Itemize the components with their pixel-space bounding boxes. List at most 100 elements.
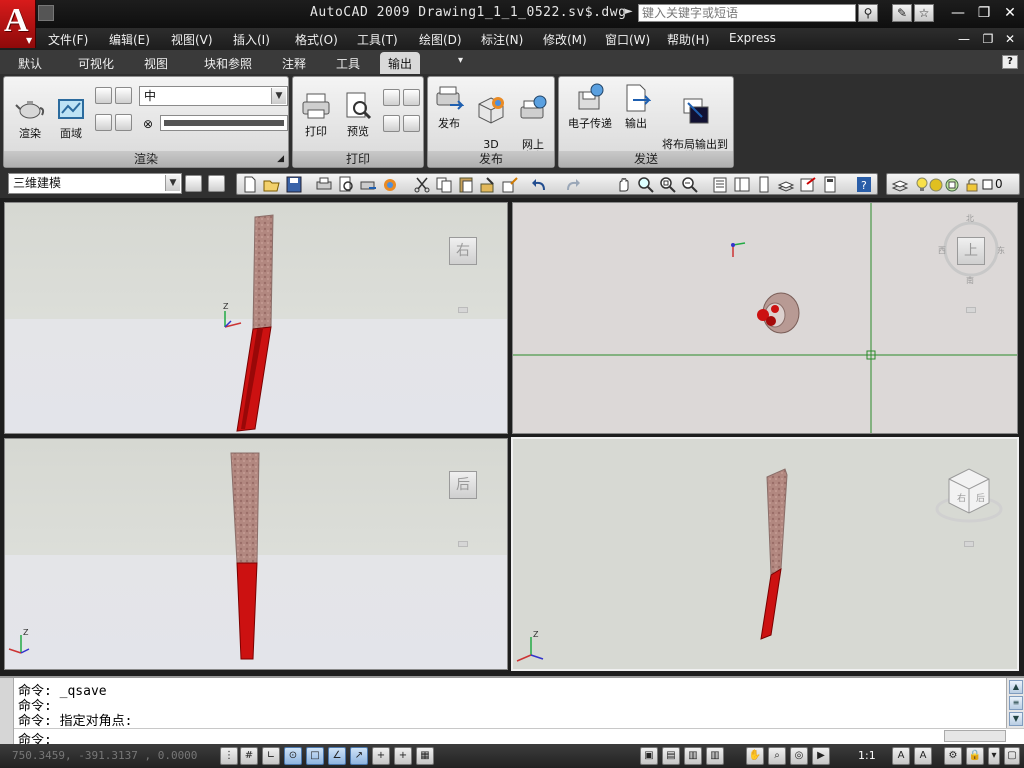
scroll-thumb[interactable]: ≡ <box>1009 696 1023 710</box>
design-center-icon[interactable] <box>733 176 751 193</box>
publish-small-icon[interactable] <box>359 176 377 193</box>
paste-icon[interactable] <box>457 176 475 193</box>
environment-icon[interactable] <box>95 114 112 131</box>
render-quality-select[interactable]: 中 ▼ <box>139 86 288 106</box>
doc-minimize-icon[interactable]: — <box>954 30 974 48</box>
favorites-star-icon[interactable]: ☆ <box>914 4 934 22</box>
viewcube-iso-right-face[interactable]: 右 <box>957 491 966 504</box>
pan-icon[interactable] <box>615 176 633 193</box>
doc-restore-icon[interactable]: ❐ <box>978 30 998 48</box>
annotation-visibility-icon[interactable]: A <box>892 747 910 765</box>
model-space-icon[interactable]: ▣ <box>640 747 658 765</box>
tab-annotate[interactable]: 注释 <box>274 54 314 73</box>
menu-file[interactable]: 文件(F) <box>48 31 88 48</box>
workspace-select[interactable]: 三维建模 ▼ <box>8 173 182 194</box>
clean-screen-icon[interactable]: ▢ <box>1004 747 1020 765</box>
communication-center-icon[interactable]: ✎ <box>892 4 912 22</box>
status-menu-chevron-icon[interactable]: ▾ <box>988 747 1000 765</box>
plot-style-icon[interactable] <box>403 115 420 132</box>
viewcube-right[interactable]: 右 <box>449 237 477 265</box>
minimize-icon[interactable]: — <box>948 4 968 22</box>
layout1-icon[interactable]: ▤ <box>662 747 680 765</box>
layer-viewport-freeze-icon[interactable] <box>943 176 959 193</box>
viewcube-back[interactable]: 后 <box>449 471 477 499</box>
menu-view[interactable]: 视图(V) <box>171 31 213 48</box>
sheet-set-icon[interactable] <box>777 176 795 193</box>
command-input[interactable]: 命令: <box>14 728 1024 748</box>
plot-icon[interactable] <box>315 176 333 193</box>
autocad-logo-icon[interactable]: A ▼ <box>0 0 36 48</box>
lineweight-icon[interactable]: + <box>394 747 412 765</box>
dynamic-ucs-icon[interactable]: ↗ <box>350 747 368 765</box>
layer-lock-icon[interactable] <box>963 176 978 193</box>
ortho-mode-icon[interactable]: ∟ <box>262 747 280 765</box>
showmotion-icon[interactable]: ▶ <box>812 747 830 765</box>
ribbon-minimize-icon[interactable]: ▾ <box>450 54 471 67</box>
workspace-chevron-down-icon[interactable]: ▼ <box>165 175 180 191</box>
restore-icon[interactable]: ❐ <box>974 4 994 22</box>
chevron-down-icon[interactable]: ▼ <box>271 88 286 104</box>
pan-status-icon[interactable]: ✋ <box>746 747 764 765</box>
viewport-top-left[interactable]: Z 右 <box>4 202 508 434</box>
tab-view[interactable]: 视图 <box>136 54 176 73</box>
help-icon[interactable]: ? <box>1002 55 1018 69</box>
polar-tracking-icon[interactable]: ⊙ <box>284 747 302 765</box>
help-small-icon[interactable]: ? <box>855 176 873 193</box>
command-hscrollbar[interactable] <box>944 730 1006 742</box>
layer-manager-icon[interactable] <box>891 176 909 193</box>
menu-edit[interactable]: 编辑(E) <box>109 31 150 48</box>
dynamic-input-icon[interactable]: + <box>372 747 390 765</box>
cut-icon[interactable] <box>413 176 431 193</box>
menu-help[interactable]: 帮助(H) <box>667 31 709 48</box>
current-layer-value[interactable]: 0 <box>995 177 1003 191</box>
auto-scale-icon[interactable]: A <box>914 747 932 765</box>
close-icon[interactable]: ✕ <box>1000 4 1020 22</box>
zoom-window-icon[interactable] <box>659 176 677 193</box>
render-window-icon[interactable] <box>115 114 132 131</box>
scroll-up-icon[interactable]: ▲ <box>1009 680 1023 694</box>
save-icon[interactable] <box>285 176 303 193</box>
cancel-render-icon[interactable]: ⊗ <box>143 117 153 131</box>
viewcube-iso-back-face[interactable]: 后 <box>976 491 985 504</box>
zoom-previous-icon[interactable] <box>681 176 699 193</box>
copy-icon[interactable] <box>435 176 453 193</box>
menu-window[interactable]: 窗口(W) <box>605 31 650 48</box>
grid-display-icon[interactable]: # <box>240 747 258 765</box>
zoom-status-icon[interactable]: ⌕ <box>768 747 786 765</box>
menu-draw[interactable]: 绘图(D) <box>419 31 462 48</box>
menu-modify[interactable]: 修改(M) <box>543 31 587 48</box>
tool-palettes-icon[interactable] <box>755 176 773 193</box>
viewcube-menu-icon[interactable] <box>458 307 468 313</box>
etransmit-button[interactable]: 电子传递 <box>563 83 617 131</box>
layout-icon[interactable]: ▥ <box>706 747 724 765</box>
tab-visualize[interactable]: 可视化 <box>70 54 122 73</box>
3d-dwf-small-icon[interactable] <box>381 176 399 193</box>
region-button[interactable]: 面域 <box>54 93 88 141</box>
scroll-down-icon[interactable]: ▼ <box>1009 712 1023 726</box>
layer-color-swatch-icon[interactable] <box>979 176 993 193</box>
object-snap-tracking-icon[interactable]: ∠ <box>328 747 346 765</box>
quick-properties-icon[interactable]: ▦ <box>416 747 434 765</box>
new-file-icon[interactable] <box>241 176 259 193</box>
tab-output[interactable]: 输出 <box>380 52 421 74</box>
viewport-top-right[interactable]: 北 南 西 东 上 <box>512 202 1018 434</box>
page-setup-icon[interactable] <box>383 89 400 106</box>
snap-mode-icon[interactable]: ⋮ <box>220 747 238 765</box>
batch-plot-icon[interactable] <box>383 115 400 132</box>
plot-button[interactable]: 打印 <box>297 91 335 139</box>
viewcube-top[interactable]: 上 <box>957 237 985 265</box>
viewport-bottom-right-active[interactable]: Z 右 后 <box>511 437 1019 671</box>
tab-default[interactable]: 默认 <box>10 54 50 73</box>
properties-icon[interactable] <box>711 176 729 193</box>
steering-wheel-icon[interactable]: ◎ <box>790 747 808 765</box>
workspace-lock-icon[interactable] <box>208 175 225 192</box>
tab-blocks-references[interactable]: 块和参照 <box>196 54 260 73</box>
layout2-icon[interactable]: ▥ <box>684 747 702 765</box>
viewcube-menu-icon[interactable] <box>966 307 976 313</box>
workspace-switch-icon[interactable]: ⚙ <box>944 747 962 765</box>
layer-on-bulb-icon[interactable] <box>913 176 928 193</box>
search-input[interactable]: 键入关键字或短语 <box>638 4 856 22</box>
match-properties-icon[interactable] <box>479 176 497 193</box>
lock-icon[interactable]: 🔒 <box>966 747 984 765</box>
viewcube-menu-icon[interactable] <box>964 541 974 547</box>
